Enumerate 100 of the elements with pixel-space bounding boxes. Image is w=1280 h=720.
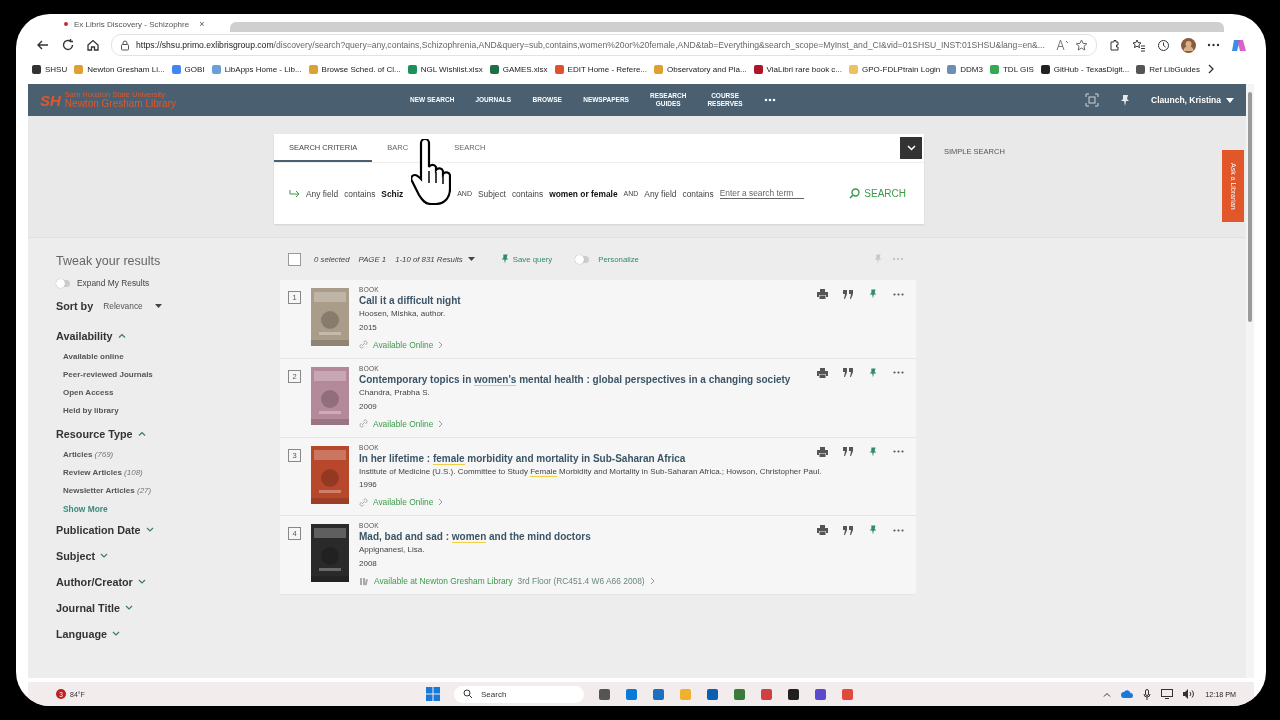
copilot-icon[interactable] bbox=[1231, 37, 1246, 53]
quote-icon[interactable] bbox=[843, 289, 853, 299]
star-icon[interactable] bbox=[1075, 38, 1088, 52]
bookmark-item[interactable]: Ref LibGuides bbox=[1136, 64, 1200, 74]
extension-icon[interactable] bbox=[1108, 38, 1121, 52]
cloud-icon[interactable] bbox=[1121, 690, 1134, 698]
result-title[interactable]: Call it a difficult night bbox=[359, 295, 461, 306]
more-icon[interactable] bbox=[893, 292, 904, 296]
field-selector[interactable]: Any field bbox=[644, 188, 677, 199]
scrollbar-thumb[interactable] bbox=[1248, 92, 1252, 322]
back-icon[interactable] bbox=[36, 38, 50, 52]
facet-option[interactable]: Review Articles (108) bbox=[63, 468, 143, 477]
tab-close-button[interactable]: × bbox=[199, 19, 205, 29]
search-icon bbox=[463, 689, 473, 699]
facet-header[interactable]: Journal Title bbox=[56, 598, 133, 617]
quote-icon[interactable] bbox=[843, 525, 853, 535]
facet-header[interactable]: Publication Date bbox=[56, 520, 154, 539]
more-icon[interactable] bbox=[893, 528, 904, 532]
result-title[interactable]: Mad, bad and sad : women and the mind doctors bbox=[359, 531, 591, 543]
more-icon[interactable] bbox=[1207, 43, 1220, 47]
operator-selector[interactable]: contains bbox=[344, 188, 376, 199]
bookmark-item[interactable]: Newton Gresham Li... bbox=[74, 64, 165, 74]
more-icon[interactable] bbox=[893, 371, 904, 375]
field-selector[interactable]: Any field bbox=[306, 188, 339, 199]
app-icon[interactable] bbox=[787, 687, 800, 701]
field-selector[interactable]: Subject bbox=[478, 188, 506, 199]
facet-option[interactable]: Open Access bbox=[63, 388, 114, 397]
sort-dropdown[interactable]: Relevance bbox=[103, 301, 162, 311]
taskbar-search-field[interactable]: Search bbox=[454, 685, 584, 703]
favorites-icon[interactable] bbox=[1132, 38, 1146, 52]
arrow-icon bbox=[289, 189, 300, 198]
bookmark-item[interactable]: LibApps Home - Lib... bbox=[211, 64, 302, 74]
quote-icon[interactable] bbox=[843, 368, 853, 378]
chevron-icon bbox=[117, 333, 126, 338]
more-icon[interactable] bbox=[893, 450, 904, 454]
bookmark-item[interactable]: TDL GIS bbox=[990, 64, 1034, 74]
bookmark-item[interactable]: EDIT Home - Refere... bbox=[554, 64, 647, 74]
toggle-switch[interactable] bbox=[575, 255, 590, 263]
facet-header[interactable]: Language bbox=[56, 624, 120, 643]
search-term[interactable]: women or female bbox=[549, 188, 618, 199]
print-icon[interactable] bbox=[817, 367, 828, 378]
search-term[interactable]: Schiz bbox=[381, 188, 404, 199]
print-icon[interactable] bbox=[817, 525, 828, 536]
microphone-icon[interactable] bbox=[1143, 688, 1152, 700]
availability-link[interactable]: Available Online bbox=[359, 497, 444, 508]
browser-tab[interactable]: Ex Libris Discovery - Schizophre × bbox=[58, 16, 230, 32]
result-author: Hoosen, Mishka, author. bbox=[359, 308, 446, 320]
toggle-switch[interactable] bbox=[56, 279, 70, 287]
chevron-up-icon[interactable] bbox=[1103, 691, 1112, 697]
app-icon[interactable] bbox=[598, 687, 611, 701]
more-icon[interactable] bbox=[763, 98, 776, 102]
pin-icon[interactable] bbox=[1119, 93, 1132, 107]
chevron-right-icon[interactable] bbox=[1206, 64, 1215, 74]
read-aloud-icon[interactable] bbox=[1056, 39, 1069, 51]
address-bar[interactable]: https://shsu.primo.exlibrisgroup.com/discovery/search?query=any,contains,Schizophrenia,AND&query=sub,contains,women%20or%20female,AND&tab=Everything&search_scope=MyInst_and_CI&vid=01SHSU_INST:01SHSU&lang=en&... bbox=[111, 34, 1097, 56]
availability-link[interactable]: Available Online bbox=[359, 339, 444, 350]
print-icon[interactable] bbox=[817, 289, 828, 299]
windows-start-icon[interactable] bbox=[426, 687, 440, 701]
search-button[interactable]: SEARCH bbox=[843, 187, 912, 200]
reload-icon[interactable] bbox=[61, 38, 75, 52]
bookmark-item[interactable]: DDM3 bbox=[947, 64, 983, 74]
facet-header[interactable]: Resource Type bbox=[56, 424, 146, 443]
bookmark-item[interactable]: Observatory and Pla... bbox=[654, 64, 747, 74]
result-year: 2015 bbox=[359, 322, 377, 332]
facet-header[interactable]: Author/Creator bbox=[56, 572, 146, 591]
select-all-checkbox[interactable] bbox=[288, 252, 301, 266]
bookmark-item[interactable]: GOBI bbox=[171, 64, 205, 74]
quote-icon[interactable] bbox=[843, 447, 853, 457]
result-title[interactable]: In her lifetime : female morbidity and mortality in Sub-Saharan Africa bbox=[359, 452, 686, 464]
user-menu[interactable]: Claunch, Kristina bbox=[1151, 95, 1234, 105]
facet-header[interactable]: Subject bbox=[56, 546, 108, 565]
availability-link[interactable]: Available at Newton Gresham Library 3rd Floor (RC451.4 W6 A66 2008) bbox=[359, 576, 655, 587]
dropdown-button[interactable] bbox=[900, 137, 922, 159]
bookmark-item[interactable]: Browse Sched. of Cl... bbox=[308, 64, 401, 74]
show-more-link[interactable]: Show More bbox=[63, 504, 108, 514]
operator-selector[interactable]: contains bbox=[511, 188, 544, 199]
home-icon[interactable] bbox=[86, 38, 100, 52]
operator-selector[interactable]: contains bbox=[682, 188, 714, 199]
print-icon[interactable] bbox=[817, 446, 828, 457]
speaker-icon[interactable] bbox=[1183, 689, 1196, 699]
bookmark-item[interactable]: GAMES.xlsx bbox=[489, 64, 548, 74]
search-input[interactable]: Enter a search term bbox=[719, 188, 804, 199]
facet-option[interactable]: Articles (769) bbox=[63, 450, 114, 459]
bookmark-item[interactable]: GitHub - TexasDigit... bbox=[1040, 64, 1130, 74]
scan-icon[interactable] bbox=[1085, 93, 1100, 107]
facet-header[interactable]: Availability bbox=[56, 326, 126, 345]
history-icon[interactable] bbox=[1157, 38, 1170, 52]
facet-option[interactable]: Newsletter Articles (27) bbox=[63, 486, 152, 495]
bookmark-item[interactable]: GPO-FDLPtrain Login bbox=[849, 64, 941, 74]
bookmark-item[interactable]: SHSU bbox=[32, 64, 68, 74]
facet-option[interactable]: Peer-reviewed Journals bbox=[63, 370, 153, 379]
result-title[interactable]: Contemporary topics in women's mental health : global perspectives in a changing society bbox=[359, 373, 791, 385]
avatar-icon[interactable] bbox=[1181, 37, 1196, 53]
caret-icon bbox=[154, 304, 162, 308]
bookmark-item[interactable]: ViaLibri rare book c... bbox=[753, 64, 843, 74]
display-icon[interactable] bbox=[1161, 689, 1174, 699]
availability-link[interactable]: Available Online bbox=[359, 418, 444, 429]
bookmark-item[interactable]: NGL Wishlist.xlsx bbox=[407, 64, 483, 74]
facet-option[interactable]: Available online bbox=[63, 352, 124, 361]
facet-option[interactable]: Held by library bbox=[63, 406, 119, 415]
